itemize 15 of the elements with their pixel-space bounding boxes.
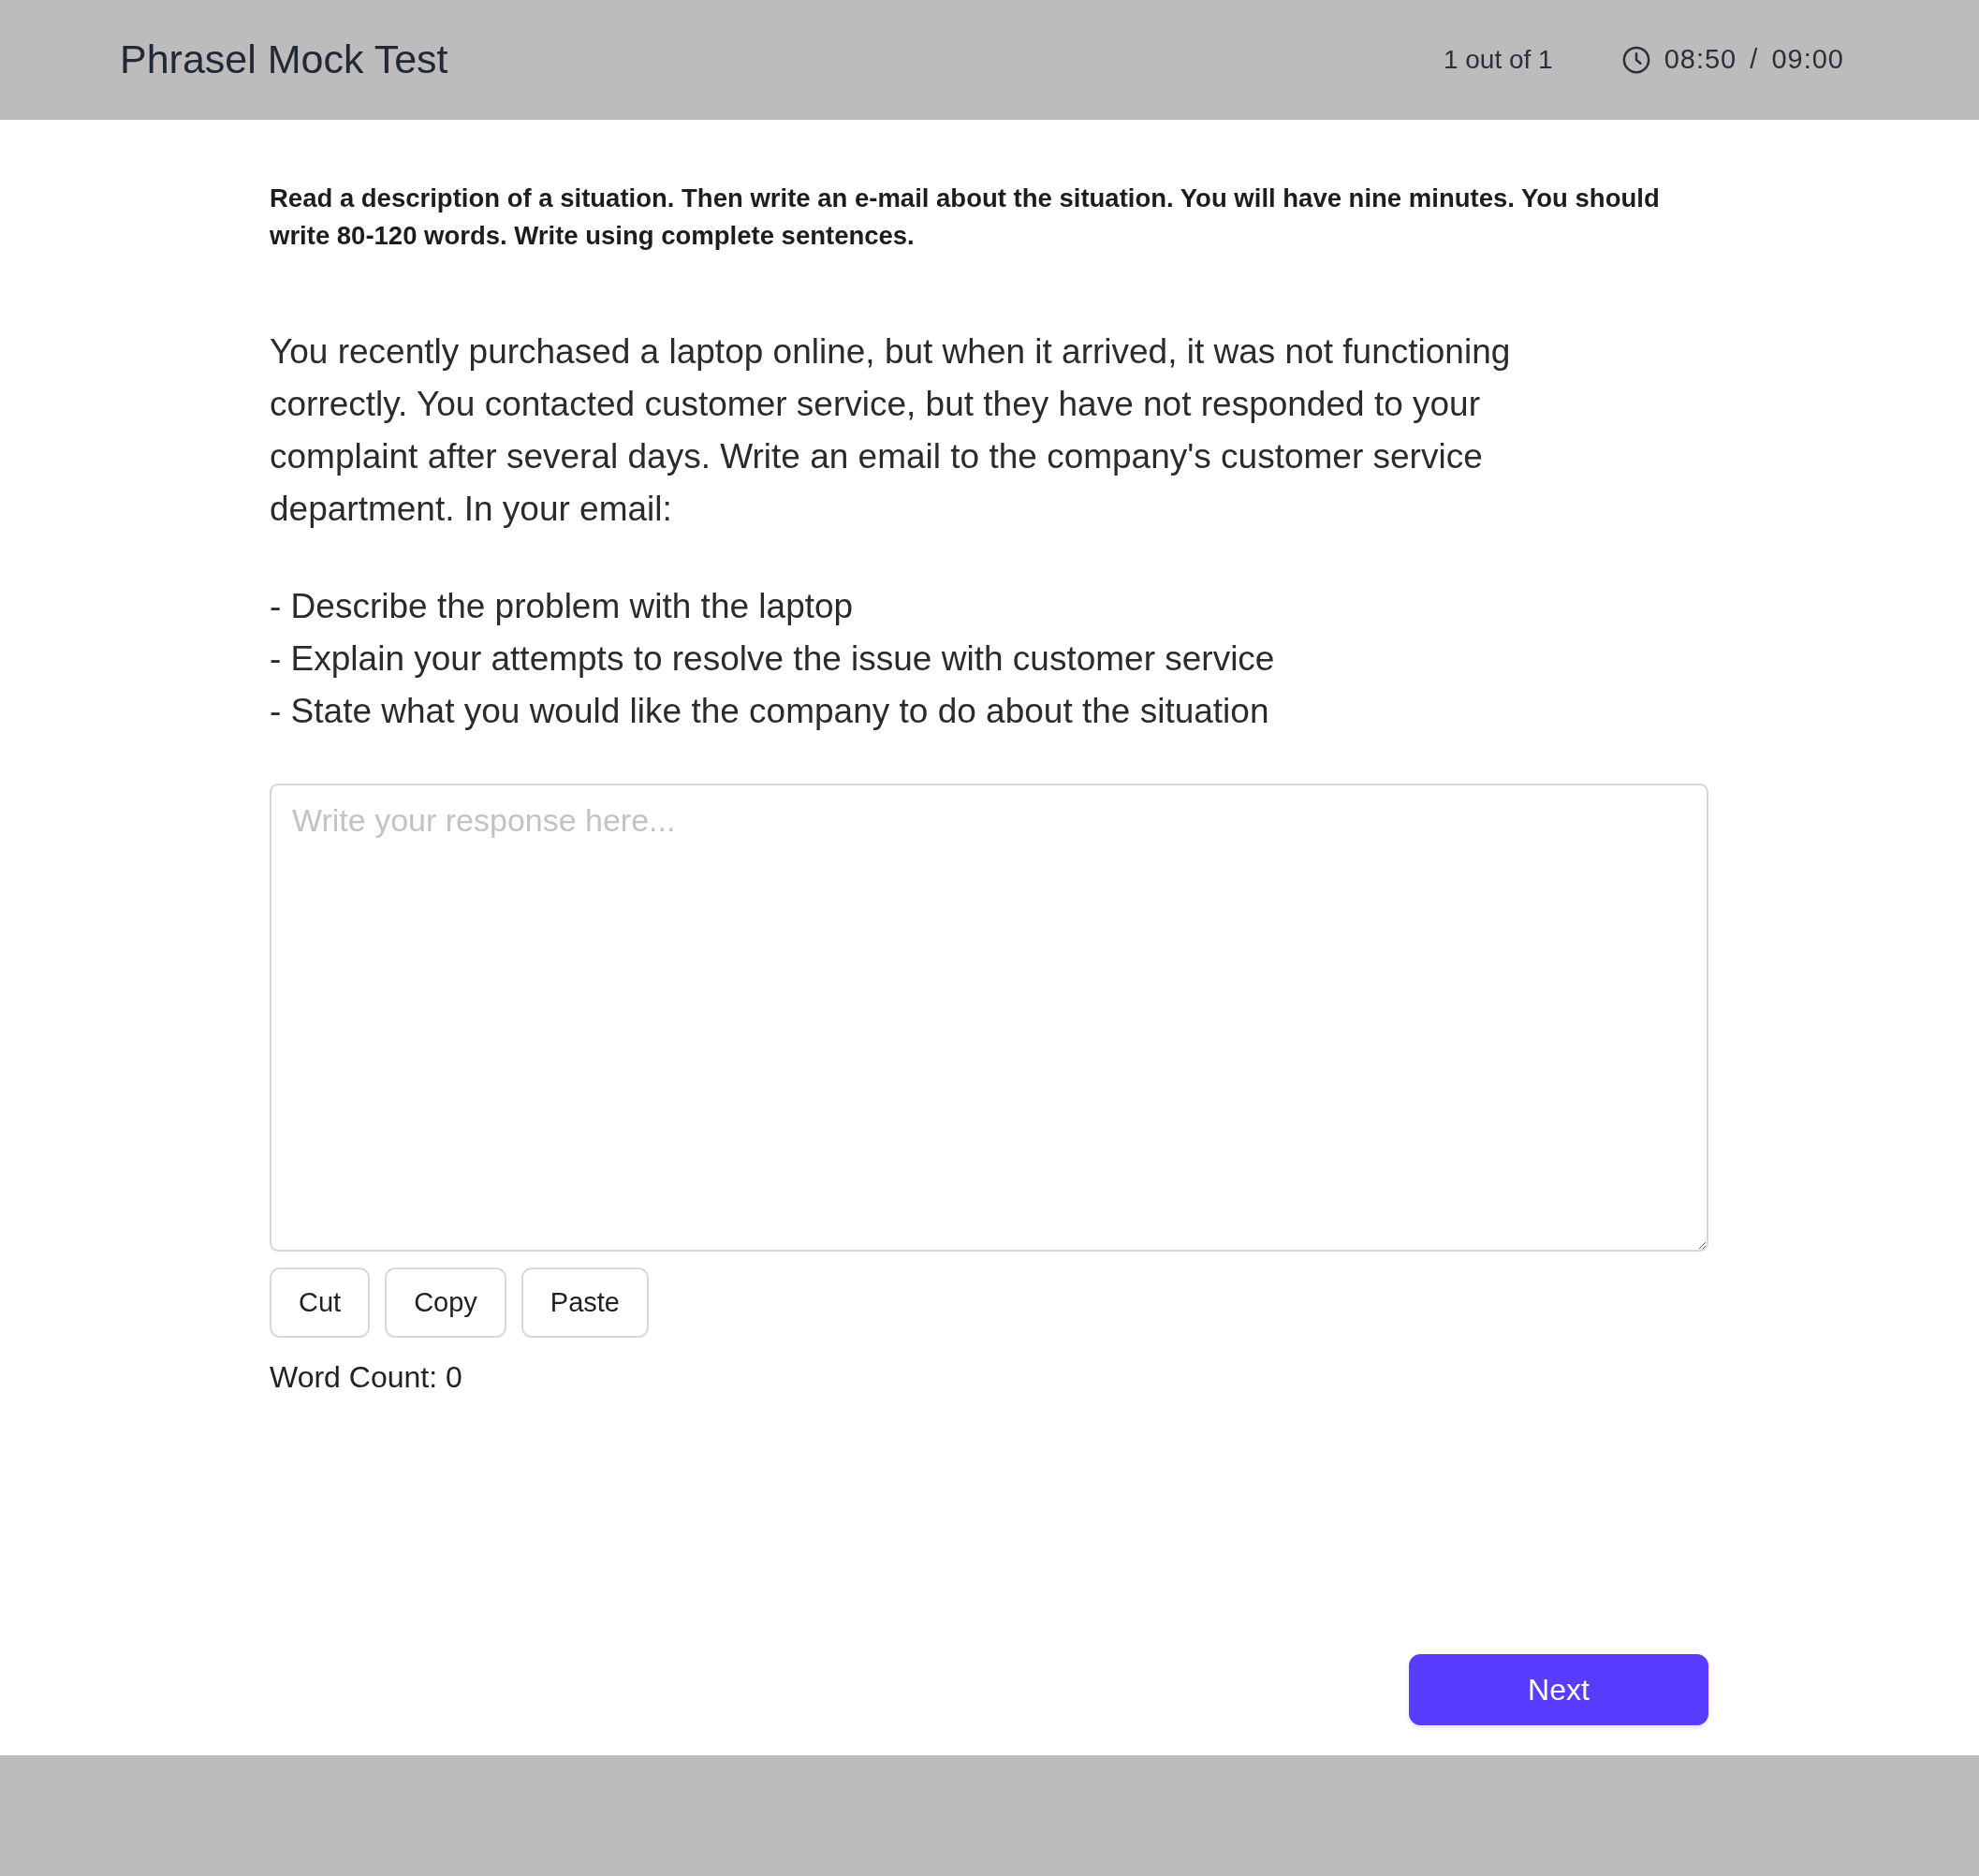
- next-button[interactable]: Next: [1409, 1654, 1708, 1725]
- edit-button[interactable]: Copy: [385, 1268, 506, 1338]
- edit-button[interactable]: Paste: [520, 1268, 649, 1338]
- instructions-text: Read a description of a situation. Then write an e-mail about the situation. You will have nine minutes. You should write 80-120 words. Write using complete sentences.: [270, 183, 1661, 252]
- word-count: Word Count: 0: [270, 1359, 463, 1396]
- clock-icon: [1621, 46, 1650, 74]
- question-counter: 1 out of 1: [1443, 44, 1553, 76]
- response-field[interactable]: Write your response here...: [270, 784, 1708, 1252]
- task-point: - Explain your attempts to resolve the issue with customer service: [270, 638, 1276, 680]
- edit-button[interactable]: Cut: [270, 1268, 371, 1338]
- prompt-text: You recently purchased a laptop online, but when it arrived, it was not functioning correctly. You contacted customer service, but they have not responded to your complaint after several days. Write an email to the company's customer service department. In your email:: [270, 331, 1512, 530]
- task-point: - Describe the problem with the laptop: [270, 586, 855, 627]
- page-title: Phrasel Mock Test: [120, 36, 448, 84]
- timer: 08:50 / 09:00: [1664, 43, 1844, 77]
- task-point: - State what you would like the company to do about the situation: [270, 691, 1270, 732]
